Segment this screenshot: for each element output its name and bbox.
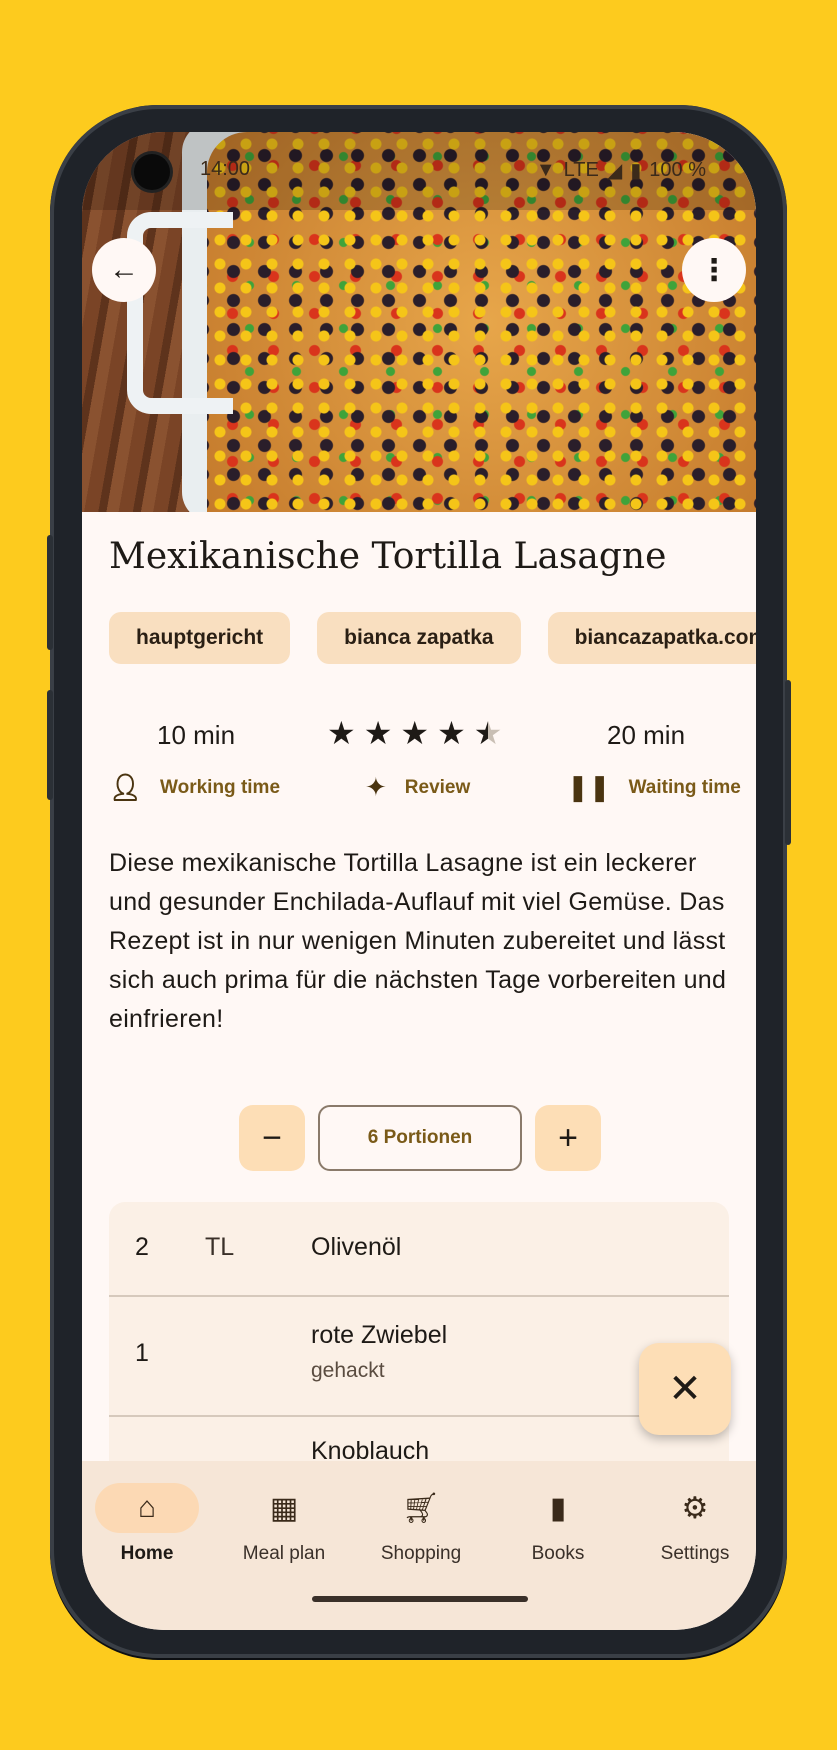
signal-icon: ◢	[606, 160, 623, 182]
ingredient-row[interactable]: 2 TL Olivenöl	[109, 1202, 729, 1297]
waiting-time-text: Waiting time	[628, 776, 741, 798]
pause-icon: ❚❚	[567, 772, 611, 802]
nav-item-meal-plan[interactable]: ▦ Meal plan	[229, 1483, 339, 1565]
ingredient-amount: 2	[135, 1233, 149, 1261]
battery-icon: ▮	[630, 160, 642, 182]
nav-label: Settings	[660, 1543, 730, 1564]
star-icon: ★	[400, 715, 430, 751]
nav-label: Shopping	[380, 1543, 462, 1564]
ingredient-unit: TL	[205, 1233, 235, 1261]
nav-item-shopping[interactable]: 🛒︎ Shopping	[366, 1483, 476, 1565]
ingredient-note: gehackt	[311, 1359, 385, 1382]
plus-icon: +	[558, 1118, 578, 1157]
bottom-navigation: ⌂ Home ▦ Meal plan 🛒︎ Shopping ▮ Books ⚙…	[82, 1461, 756, 1630]
cart-icon: 🛒︎	[401, 1491, 441, 1525]
ingredient-name: Olivenöl	[311, 1233, 402, 1261]
gesture-bar[interactable]	[312, 1596, 528, 1602]
nav-item-settings[interactable]: ⚙ Settings	[640, 1483, 750, 1565]
ingredient-row[interactable]: 1 rote Zwiebel gehackt	[109, 1297, 729, 1417]
review-label[interactable]: ✦ Review	[365, 772, 470, 803]
status-time: 14:00	[200, 158, 251, 180]
recipe-description: Diese mexikanische Tortilla Lasagne ist …	[109, 849, 727, 1033]
tag-chips: hauptgericht bianca zapatka biancazapatk…	[109, 612, 756, 664]
waiting-time-label: ❚❚ Waiting time	[567, 772, 741, 803]
working-time-text: Working time	[160, 776, 281, 798]
portion-control: − 6 Portionen +	[82, 1105, 756, 1171]
minus-icon: −	[262, 1118, 282, 1157]
home-icon: ⌂	[95, 1483, 199, 1533]
volume-button	[47, 535, 53, 650]
recipe-title: Mexikanische Tortilla Lasagne	[109, 536, 667, 577]
arrow-back-icon: ←	[109, 253, 139, 286]
person-icon: 👤︎	[109, 772, 143, 802]
ingredient-name: rote Zwiebel	[311, 1321, 448, 1349]
ingredient-amount: 1	[135, 1339, 149, 1367]
increase-portion-button[interactable]: +	[535, 1105, 601, 1171]
star-icon: ★	[327, 715, 356, 751]
network-label: LTE	[563, 159, 599, 181]
camera-cutout	[134, 154, 170, 190]
wifi-icon: ▼	[535, 159, 556, 181]
tag-chip[interactable]: hauptgericht	[109, 612, 291, 664]
nav-label: Home	[120, 1543, 174, 1564]
nav-label: Meal plan	[242, 1543, 326, 1564]
rate-review-icon: ✦	[365, 772, 387, 802]
restaurant-icon: ✕	[668, 1367, 702, 1411]
book-icon: ▮	[549, 1491, 567, 1525]
portions-field[interactable]: 6 Portionen	[318, 1105, 522, 1171]
status-indicators: ▼ LTE ◢ ▮ 100 %	[536, 158, 706, 183]
gear-icon: ⚙	[681, 1491, 709, 1525]
star-icon: ★	[437, 715, 466, 751]
decrease-portion-button[interactable]: −	[239, 1105, 305, 1171]
nav-item-home[interactable]: ⌂ Home	[92, 1483, 202, 1565]
volume-button	[47, 690, 53, 800]
rating-stars[interactable]: ★ ★ ★ ★ ★	[327, 714, 502, 752]
review-text: Review	[404, 776, 471, 798]
more-options-button[interactable]: ⋮	[682, 238, 746, 302]
more-vert-icon: ⋮	[699, 253, 729, 287]
nav-item-books[interactable]: ▮ Books	[503, 1483, 613, 1565]
power-button	[785, 680, 791, 845]
nav-label: Books	[531, 1543, 585, 1564]
waiting-time-value: 20 min	[607, 720, 686, 750]
cook-mode-fab[interactable]: ✕	[639, 1343, 731, 1435]
working-time-label: 👤︎ Working time	[109, 772, 280, 803]
star-icon: ★	[363, 715, 393, 751]
back-button[interactable]: ←	[92, 238, 156, 302]
app-screen: 14:00 ▼ LTE ◢ ▮ 100 % ← ⋮ Mexikanische T…	[82, 132, 756, 1630]
status-bar: 14:00 ▼ LTE ◢ ▮ 100 %	[82, 132, 756, 210]
working-time-value: 10 min	[157, 720, 236, 750]
ingredient-list: 2 TL Olivenöl 1 rote Zwiebel gehackt Kno…	[109, 1202, 729, 1502]
dish-handle	[127, 212, 233, 414]
tag-chip[interactable]: biancazapatka.com	[547, 612, 756, 664]
calendar-icon: ▦	[269, 1491, 299, 1525]
battery-label: 100 %	[649, 159, 706, 181]
star-half-icon: ★	[473, 715, 503, 751]
tag-chip[interactable]: bianca zapatka	[317, 612, 521, 664]
